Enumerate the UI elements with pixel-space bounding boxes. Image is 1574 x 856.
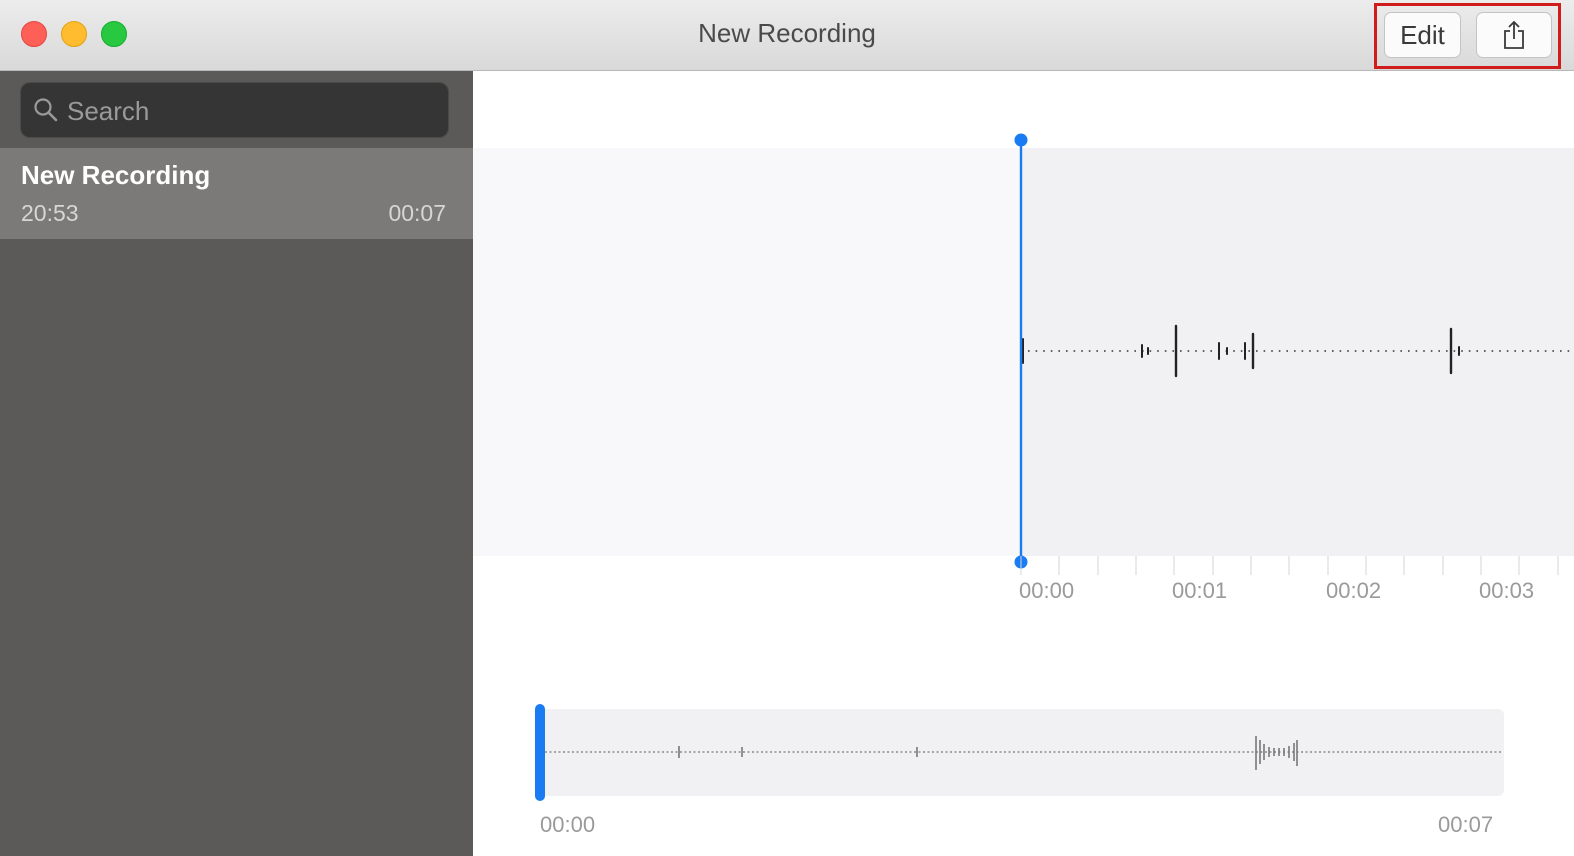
main-content: 00:00 00:01 00:02 00:03 00:00 00:07 — [473, 72, 1574, 856]
title-bar: New Recording Edit — [0, 0, 1574, 71]
recording-duration: 00:07 — [388, 200, 446, 226]
timeline-tick-label: 00:00 — [1019, 578, 1074, 603]
waveform-past-area — [473, 148, 1021, 556]
timeline-tick-label: 00:03 — [1479, 578, 1534, 603]
overview-playhead-handle[interactable] — [535, 704, 545, 801]
recording-name: New Recording — [21, 160, 211, 190]
overview-end-time: 00:07 — [1438, 812, 1494, 837]
playhead-top-handle[interactable] — [1014, 133, 1028, 147]
timeline-tick-label: 00:01 — [1172, 578, 1227, 603]
toolbar-highlight-box — [1374, 3, 1561, 69]
window-title: New Recording — [698, 18, 876, 48]
search-box[interactable] — [20, 82, 449, 139]
waveform-view[interactable]: 00:00 00:01 00:02 00:03 — [473, 72, 1574, 856]
sidebar: New Recording 20:53 00:07 — [0, 71, 473, 856]
recording-list-item[interactable]: New Recording 20:53 00:07 — [0, 148, 473, 239]
timeline-ruler — [1020, 556, 1559, 575]
waveform-future-area — [1021, 148, 1574, 556]
search-icon — [34, 98, 58, 122]
search-input[interactable] — [65, 83, 439, 139]
recording-time: 20:53 — [21, 200, 79, 226]
overview-start-time: 00:00 — [540, 812, 596, 837]
timeline-tick-label: 00:02 — [1326, 578, 1381, 603]
